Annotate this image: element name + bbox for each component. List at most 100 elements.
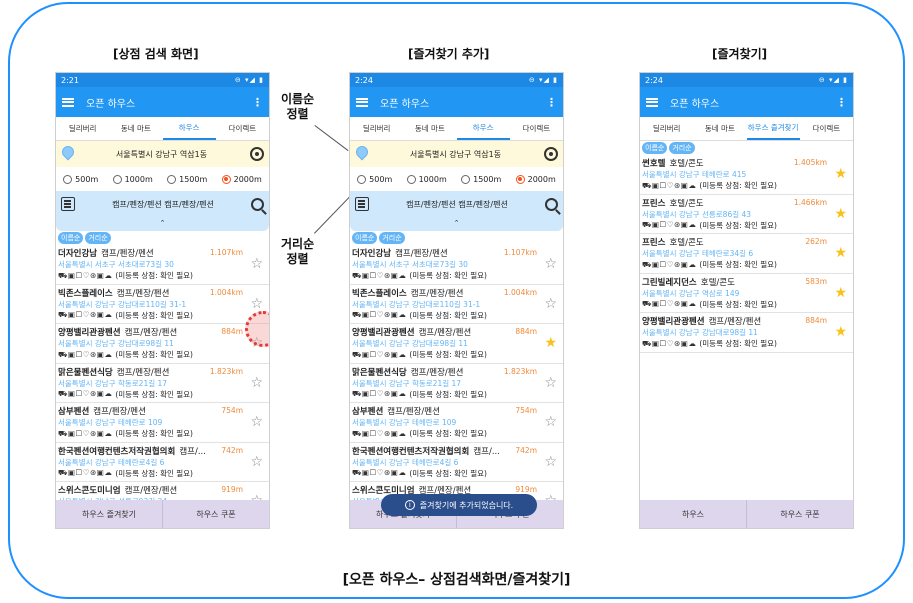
tab-3[interactable]: 다이렉트 bbox=[800, 117, 853, 140]
favorite-star-icon[interactable]: ☆ bbox=[544, 297, 557, 311]
store-address: 서울특별시 강남구 강남대로98길 11 bbox=[642, 328, 758, 337]
collapse-chevron-icon[interactable]: ⌃ bbox=[350, 217, 563, 231]
collapse-chevron-icon[interactable]: ⌃ bbox=[56, 217, 269, 231]
sort-button[interactable]: 이름순 bbox=[642, 142, 668, 154]
more-options-icon[interactable]: ⋮ bbox=[546, 96, 557, 109]
favorite-star-icon[interactable]: ☆ bbox=[544, 455, 557, 469]
store-note: (미등록 상점: 확인 필요) bbox=[115, 350, 193, 359]
favorite-star-icon[interactable]: ★ bbox=[834, 207, 847, 221]
store-address: 서울특별시 강남구 테헤란로 109 bbox=[58, 418, 163, 427]
bottom-button[interactable]: 하우스 즐겨찾기 bbox=[56, 500, 162, 528]
list-item[interactable]: 한국펜션여행컨텐츠저작권협의회 캠프/... 742m 서울특별시 강남구 테헤란로4… bbox=[350, 443, 563, 482]
list-item[interactable]: 더자인강남 캠프/펜장/펜션 1.107km 서울특별시 서초구 서초대로73길 30… bbox=[350, 245, 563, 285]
tab-2[interactable]: 하우스 즐겨찾기 bbox=[746, 117, 800, 140]
facility-line: ⛟▣☐♡⊛▣☁ (미등록 상점: 확인 필요) bbox=[58, 468, 265, 479]
facility-icons: ⛟▣☐♡⊛▣☁ bbox=[642, 220, 697, 229]
store-name: 그린빌레지던스 bbox=[642, 277, 697, 288]
list-item[interactable]: 양평밸리관광펜션 캠프/펜장/펜션 884m 서울특별시 강남구 강남대로98길 11… bbox=[56, 324, 269, 364]
list-item[interactable]: 빅존스플레이스 캠프/펜장/펜션 1.004km 서울특별시 강남구 강남대로110길… bbox=[350, 285, 563, 324]
favorite-star-icon[interactable]: ☆ bbox=[250, 257, 263, 271]
list-item[interactable]: 그린빌레지던스 호텔/콘도 583m 서울특별시 강남구 역삼로 149 ⛟▣☐♡⊛▣☁… bbox=[640, 274, 853, 313]
bottom-caption: [오픈 하우스– 상점검색화면/즐겨찾기] bbox=[342, 572, 571, 588]
tab-0[interactable]: 딜리버리 bbox=[350, 117, 403, 140]
sort-button[interactable]: 이름순 bbox=[352, 232, 378, 244]
radius-radio[interactable]: 500m bbox=[357, 174, 392, 184]
sort-button[interactable]: 거리순 bbox=[379, 232, 405, 244]
radius-radio[interactable]: 2000m bbox=[221, 174, 262, 184]
facility-line: ⛟▣☐♡⊛▣☁ (미등록 상점: 확인 필요) bbox=[352, 349, 559, 360]
favorite-star-icon[interactable]: ☆ bbox=[544, 257, 557, 271]
more-options-icon[interactable]: ⋮ bbox=[252, 96, 263, 109]
tab-0[interactable]: 딜리버리 bbox=[640, 117, 693, 140]
current-location-icon[interactable] bbox=[250, 147, 264, 161]
list-item[interactable]: 삼부펜션 캠프/펜장/펜션 754m 서울특별시 강남구 테헤란로 109 ⛟▣☐♡⊛▣… bbox=[350, 403, 563, 443]
category-list-icon[interactable] bbox=[61, 197, 75, 211]
list-item[interactable]: 프린스 호텔/콘도 262m 서울특별시 강남구 테헤란로34길 6 ⛟▣☐♡⊛▣☁ (미… bbox=[640, 234, 853, 274]
bottom-button[interactable]: 하우스 쿠폰 bbox=[162, 500, 269, 528]
favorite-star-icon[interactable]: ★ bbox=[834, 246, 847, 260]
tab-1[interactable]: 동네 마트 bbox=[403, 117, 456, 140]
tab-2[interactable]: 하우스 bbox=[456, 117, 510, 140]
radio-dot bbox=[461, 174, 471, 184]
search-icon[interactable] bbox=[545, 197, 558, 211]
tab-3[interactable]: 다이렉트 bbox=[216, 117, 269, 140]
current-location-icon[interactable] bbox=[544, 147, 558, 161]
tab-1[interactable]: 동네 마트 bbox=[693, 117, 746, 140]
bottom-button[interactable]: 하우스 bbox=[640, 500, 746, 528]
list-item[interactable]: 맑은물펜션식당 캠프/펜장/펜션 1.823km 서울특별시 강남구 학동로21길 1… bbox=[350, 364, 563, 403]
favorite-star-icon[interactable]: ★ bbox=[834, 325, 847, 339]
bottom-button[interactable]: 하우스 쿠폰 bbox=[746, 500, 853, 528]
radius-radio[interactable]: 1500m bbox=[167, 174, 207, 184]
store-address: 서울특별시 강남구 선릉로86길 43 bbox=[642, 209, 752, 219]
list-item[interactable]: 더자인강남 캠프/펜장/펜션 1.107km 서울특별시 서초구 서초대로73길 30… bbox=[56, 245, 269, 285]
tab-2[interactable]: 하우스 bbox=[162, 117, 216, 140]
sort-button[interactable]: 거리순 bbox=[85, 232, 111, 244]
favorite-star-icon[interactable]: ☆ bbox=[250, 376, 263, 390]
radius-radio[interactable]: 1500m bbox=[461, 174, 501, 184]
favorite-star-icon[interactable]: ☆ bbox=[544, 376, 557, 390]
menu-icon[interactable] bbox=[356, 97, 368, 107]
radius-radio[interactable]: 500m bbox=[63, 174, 98, 184]
store-title-line: 더자인강남 캠프/펜장/펜션 bbox=[352, 247, 522, 259]
store-distance: 884m bbox=[221, 327, 243, 336]
favorite-star-icon[interactable]: ★ bbox=[544, 336, 557, 350]
store-note: (미등록 상점: 확인 필요) bbox=[115, 468, 193, 478]
favorite-star-icon[interactable]: ★ bbox=[834, 286, 847, 300]
list-item[interactable]: 양평밸리관광펜션 캠프/펜장/펜션 884m 서울특별시 강남구 강남대로98길 11… bbox=[640, 313, 853, 353]
sort-button[interactable]: 이름순 bbox=[58, 232, 84, 244]
sort-buttons: 이름순 거리순 bbox=[56, 231, 269, 245]
favorite-star-icon[interactable]: ☆ bbox=[544, 415, 557, 429]
store-distance: 1.004km bbox=[503, 287, 537, 297]
search-icon[interactable] bbox=[251, 197, 264, 211]
store-note: (미등록 상점: 확인 필요) bbox=[115, 429, 193, 438]
bottom-bar: 하우스 하우스 쿠폰 bbox=[640, 500, 853, 528]
list-item[interactable]: 삼부펜션 캠프/펜장/펜션 754m 서울특별시 강남구 테헤란로 109 ⛟▣☐♡⊛▣… bbox=[56, 403, 269, 443]
favorite-star-icon[interactable]: ☆ bbox=[250, 297, 263, 311]
menu-icon[interactable] bbox=[646, 97, 658, 107]
list-item[interactable]: 빅존스플레이스 캠프/펜장/펜션 1.004km 서울특별시 강남구 강남대로110길… bbox=[56, 285, 269, 324]
list-item[interactable]: 썬호텔 호텔/콘도 1.405km 서울특별시 강남구 테헤란로 415 ⛟▣☐♡⊛▣☁… bbox=[640, 155, 853, 195]
tab-3[interactable]: 다이렉트 bbox=[510, 117, 563, 140]
list-item[interactable]: 양평밸리관광펜션 캠프/펜장/펜션 884m 서울특별시 강남구 강남대로98길 11… bbox=[350, 324, 563, 364]
more-options-icon[interactable]: ⋮ bbox=[836, 96, 847, 109]
tab-1[interactable]: 동네 마트 bbox=[109, 117, 162, 140]
tab-0[interactable]: 딜리버리 bbox=[56, 117, 109, 140]
menu-icon[interactable] bbox=[62, 97, 74, 107]
category-list-icon[interactable] bbox=[355, 197, 369, 211]
radius-radio[interactable]: 1000m bbox=[406, 174, 447, 184]
list-item[interactable]: 맑은물펜션식당 캠프/펜장/펜션 1.823km 서울특별시 강남구 학동로21길 1… bbox=[56, 364, 269, 403]
facility-line: ⛟▣☐♡⊛▣☁ (미등록 상점: 확인 필요) bbox=[642, 299, 849, 310]
sort-button[interactable]: 거리순 bbox=[669, 142, 695, 154]
favorite-star-icon[interactable]: ☆ bbox=[250, 455, 263, 469]
list-item[interactable]: 한국펜션여행컨텐츠저작권협의회 캠프/... 742m 서울특별시 강남구 테헤란로4… bbox=[56, 443, 269, 482]
favorite-star-icon[interactable]: ☆ bbox=[250, 415, 263, 429]
favorite-star-icon[interactable]: ★ bbox=[834, 167, 847, 181]
facility-line: ⛟▣☐♡⊛▣☁ (미등록 상점: 확인 필요) bbox=[58, 389, 265, 400]
store-distance: 1.107km bbox=[503, 248, 537, 257]
store-address: 서울특별시 강남구 테헤란로34길 6 bbox=[642, 249, 754, 258]
status-icons: ⊖ ▾◢ ▮ bbox=[818, 76, 848, 84]
store-name: 프린스 bbox=[642, 238, 666, 248]
list-item[interactable]: 프린스 호텔/콘도 1.466km 서울특별시 강남구 선릉로86길 43 ⛟▣☐♡⊛▣… bbox=[640, 195, 853, 234]
radius-radio[interactable]: 1000m bbox=[112, 174, 153, 184]
radius-radio[interactable]: 2000m bbox=[515, 174, 556, 184]
